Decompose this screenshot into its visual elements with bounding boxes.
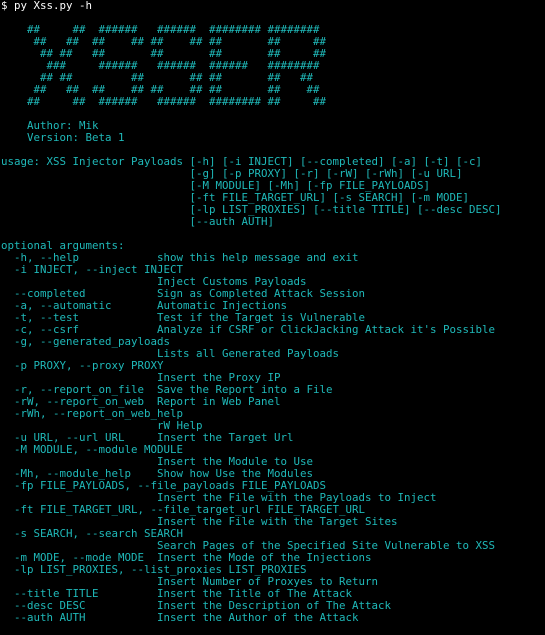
author-line: Author: Mik (1, 120, 99, 132)
argument-line: Search Pages of the Specified Site Vulne… (1, 540, 496, 552)
usage-line: [--auth AUTH] (1, 216, 275, 228)
argument-line: Insert the Module to Use (1, 456, 314, 468)
banner-line: ## ## ###### ###### ######## ######## (1, 24, 320, 36)
argument-line: Insert the Proxy IP (1, 372, 281, 384)
argument-line: -M MODULE, --module MODULE (1, 444, 184, 456)
banner-line: ## ## ## ## ## ## ## (1, 48, 327, 60)
version-line: Version: Beta 1 (1, 132, 125, 144)
argument-line: -lp LIST_PROXIES, --list_proxies LIST_PR… (1, 564, 307, 576)
argument-line: -i INJECT, --inject INJECT (1, 264, 184, 276)
arguments-list: -h, --help show this help message and ex… (0, 252, 545, 624)
argument-line: -m MODE, --mode MODE Insert the Mode of … (1, 552, 372, 564)
banner-line: ## ## ###### ###### ######## ## ## (1, 96, 327, 108)
usage-line: [-M MODULE] [-Mh] [-fp FILE_PAYLOADS] (1, 180, 431, 192)
argument-line: -s SEARCH, --search SEARCH (1, 528, 184, 540)
usage-line: [-lp LIST_PROXIES] [--title TITLE] [--de… (1, 204, 502, 216)
argument-line: --auth AUTH Insert the Author of the Att… (1, 612, 359, 624)
argument-line: -u URL, --url URL Insert the Target Url (1, 432, 294, 444)
usage-line: [-g] [-p PROXY] [-r] [-rW] [-rWh] [-u UR… (1, 168, 463, 180)
ascii-banner: ## ## ###### ###### ######## ######## ##… (0, 24, 545, 108)
argument-line: -t, --test Test if the Target is Vulnera… (1, 312, 366, 324)
usage-block: usage: XSS Injector Payloads [-h] [-i IN… (0, 156, 545, 228)
argument-line: Insert the File with the Payloads to Inj… (1, 492, 437, 504)
argument-line: Lists all Generated Payloads (1, 348, 340, 360)
usage-line: usage: XSS Injector Payloads [-h] [-i IN… (1, 156, 483, 168)
argument-line: --title TITLE Insert the Title of The At… (1, 588, 353, 600)
argument-line: -r, --report_on_file Save the Report int… (1, 384, 333, 396)
usage-line: [-ft FILE_TARGET_URL] [-s SEARCH] [-m MO… (1, 192, 470, 204)
argument-line: --desc DESC Insert the Description of Th… (1, 600, 392, 612)
argument-line: -rWh, --report_on_web_help (1, 408, 184, 420)
argument-line: Insert Number of Proxyes to Return (1, 576, 379, 588)
argument-line: -fp FILE_PAYLOADS, --file_payloads FILE_… (1, 480, 327, 492)
banner-line: ## ## ## ## ## ## ## ## ## (1, 84, 320, 96)
optional-arguments-header: optional arguments: (1, 240, 125, 252)
argument-line: Inject Customs Payloads (1, 276, 307, 288)
banner-line: ### ###### ###### ###### ######## (1, 60, 320, 72)
argument-line: -p PROXY, --proxy PROXY (1, 360, 164, 372)
banner-line: ## ## ## ## ## ## ## (1, 72, 314, 84)
argument-line: -g, --generated_payloads (1, 336, 171, 348)
argument-line: --completed Sign as Completed Attack Ses… (1, 288, 366, 300)
argument-line: -c, --csrf Analyze if CSRF or ClickJacki… (1, 324, 496, 336)
argument-line: -h, --help show this help message and ex… (1, 252, 359, 264)
command-prompt: $ py Xss.py -h (1, 0, 93, 12)
terminal-window[interactable]: $ py Xss.py -h ## ## ###### ###### #####… (0, 0, 545, 635)
argument-line: -a, --automatic Automatic Injections (1, 300, 288, 312)
argument-line: -ft FILE_TARGET_URL, --file_target_url F… (1, 504, 366, 516)
argument-line: -rW, --report_on_web Report in Web Panel (1, 396, 281, 408)
banner-line: ## ## ## ## ## ## ## ## ## (1, 36, 327, 48)
argument-line: rW Help (1, 420, 203, 432)
argument-line: -Mh, --module_help Show how Use the Modu… (1, 468, 314, 480)
argument-line: Insert the File with the Target Sites (1, 516, 398, 528)
